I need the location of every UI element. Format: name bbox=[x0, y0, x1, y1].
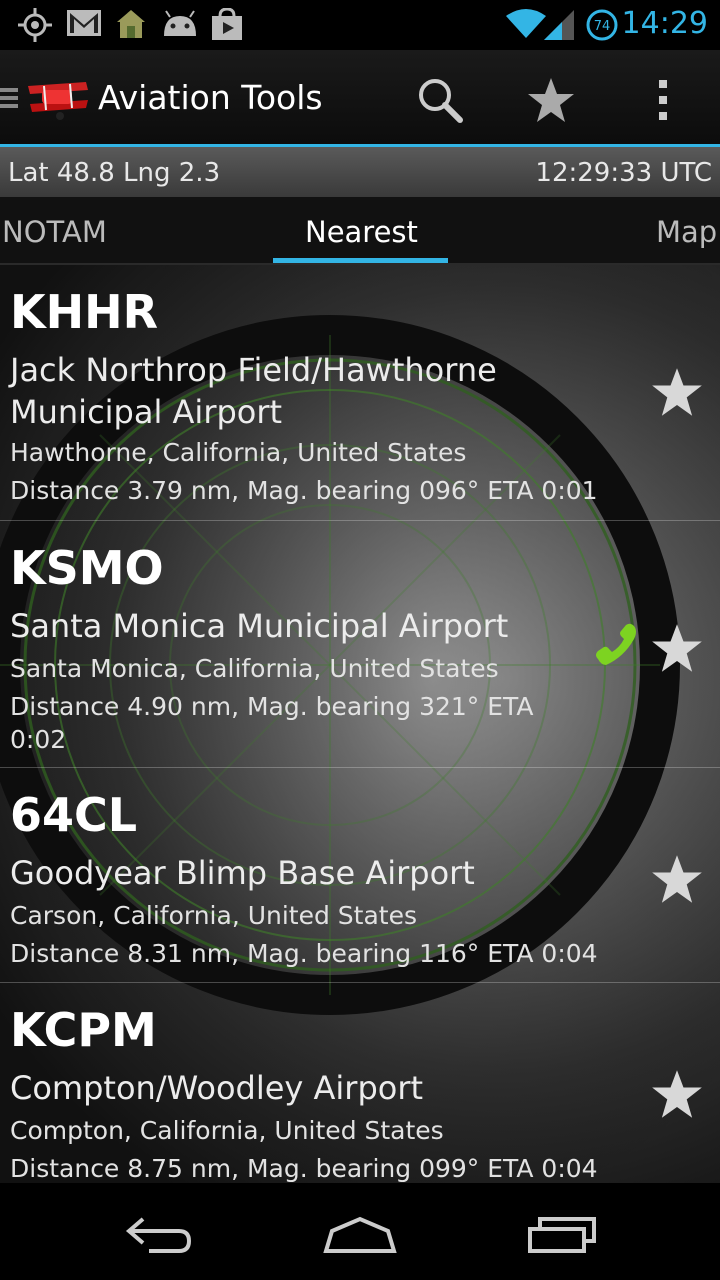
list-item[interactable]: 64CL Goodyear Blimp Base Airport Carson,… bbox=[0, 768, 720, 983]
favorite-star-icon[interactable] bbox=[650, 621, 704, 675]
nearest-airports-list[interactable]: KHHR Jack Northrop Field/Hawthorne Munic… bbox=[0, 265, 720, 1183]
tab-selected-indicator bbox=[273, 258, 448, 263]
airport-distance: Distance 8.75 nm, Mag. bearing 099° ETA … bbox=[10, 1154, 598, 1183]
gps-icon bbox=[18, 8, 52, 46]
utc-clock: 12:29:33 UTC bbox=[535, 158, 712, 188]
android-icon bbox=[160, 8, 200, 44]
airport-code: KHHR bbox=[10, 285, 159, 339]
recent-apps-button[interactable] bbox=[507, 1200, 617, 1270]
gmail-icon bbox=[66, 8, 102, 42]
airport-code: KSMO bbox=[10, 541, 164, 595]
favorites-button[interactable] bbox=[511, 60, 591, 140]
airport-name: Goodyear Blimp Base Airport bbox=[10, 854, 475, 892]
battery-level: 74 bbox=[594, 19, 611, 34]
airport-location: Carson, California, United States bbox=[10, 901, 418, 930]
tab-notam[interactable]: NOTAM bbox=[2, 215, 107, 249]
airport-location: Hawthorne, California, United States bbox=[10, 438, 467, 467]
favorite-star-icon[interactable] bbox=[650, 365, 704, 419]
home-icon bbox=[115, 8, 147, 44]
recent-apps-icon bbox=[528, 1217, 596, 1253]
signal-icon bbox=[544, 8, 576, 44]
wifi-icon bbox=[506, 8, 546, 44]
airport-distance: Distance 4.90 nm, Mag. bearing 321° ETA … bbox=[10, 692, 534, 754]
battery-icon: 74 bbox=[585, 8, 619, 46]
phone-icon[interactable] bbox=[590, 619, 640, 669]
overflow-menu-button[interactable] bbox=[623, 60, 703, 140]
airport-distance: Distance 8.31 nm, Mag. bearing 116° ETA … bbox=[10, 939, 598, 968]
airport-distance: Distance 3.79 nm, Mag. bearing 096° ETA … bbox=[10, 476, 598, 505]
app-title: Aviation Tools bbox=[98, 78, 323, 117]
airport-location: Compton, California, United States bbox=[10, 1116, 444, 1145]
airport-name: Compton/Woodley Airport bbox=[10, 1069, 424, 1107]
back-icon bbox=[125, 1217, 192, 1253]
status-bar: 74 14:29 bbox=[0, 0, 720, 50]
app-home-button[interactable] bbox=[0, 60, 92, 140]
airport-code: KCPM bbox=[10, 1003, 157, 1057]
search-icon bbox=[419, 79, 463, 123]
favorite-star-icon[interactable] bbox=[650, 852, 704, 906]
airport-name: Santa Monica Municipal Airport bbox=[10, 607, 509, 645]
search-button[interactable] bbox=[400, 60, 480, 140]
app-logo-icon bbox=[0, 82, 88, 120]
overflow-menu-icon bbox=[659, 80, 667, 120]
store-icon bbox=[210, 7, 244, 46]
airport-location: Santa Monica, California, United States bbox=[10, 654, 499, 683]
back-button[interactable] bbox=[104, 1200, 214, 1270]
star-icon bbox=[528, 78, 574, 122]
home-button[interactable] bbox=[305, 1200, 415, 1270]
airport-list: KHHR Jack Northrop Field/Hawthorne Munic… bbox=[0, 265, 720, 1183]
list-item[interactable]: KSMO Santa Monica Municipal Airport Sant… bbox=[0, 521, 720, 768]
tab-nearest[interactable]: Nearest bbox=[305, 215, 418, 249]
airport-name: Jack Northrop Field/Hawthorne Municipal … bbox=[10, 351, 497, 431]
airport-code: 64CL bbox=[10, 788, 138, 842]
position-readout: Lat 48.8 Lng 2.3 bbox=[8, 158, 221, 188]
tab-map[interactable]: Map bbox=[656, 215, 717, 249]
status-time: 14:29 bbox=[621, 6, 708, 41]
home-icon bbox=[323, 1216, 397, 1253]
favorite-star-icon[interactable] bbox=[650, 1067, 704, 1121]
tab-strip: NOTAM Nearest Map bbox=[0, 197, 720, 264]
list-item[interactable]: KCPM Compton/Woodley Airport Compton, Ca… bbox=[0, 983, 720, 1183]
list-item[interactable]: KHHR Jack Northrop Field/Hawthorne Munic… bbox=[0, 265, 720, 521]
